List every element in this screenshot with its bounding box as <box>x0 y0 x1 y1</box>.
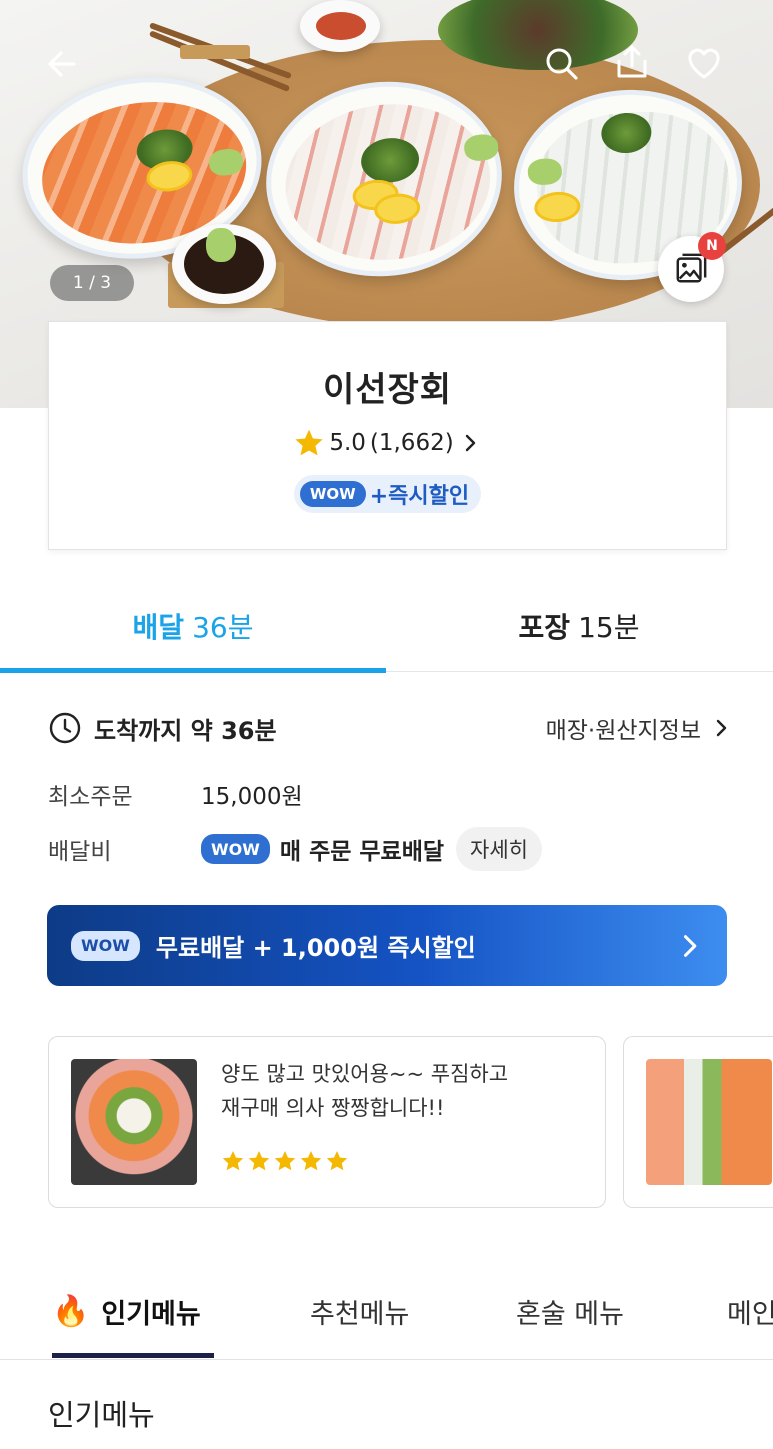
store-origin-info-label: 매장·원산지정보 <box>545 718 701 744</box>
delivery-fee-value: 매 주문 무료배달 <box>279 839 445 865</box>
star-icon <box>274 1151 296 1171</box>
red-sauce <box>316 12 366 40</box>
min-order-row: 최소주문 15,000원 <box>48 776 303 812</box>
wow-benefit-text: +즉시할인 <box>369 484 470 509</box>
tab-delivery-label: 배달 <box>132 610 185 644</box>
tab-recommended-menu[interactable]: 추천메뉴 <box>310 1266 409 1356</box>
arrival-row: 도착까지 약 36분 매장·원산지정보 <box>48 710 733 746</box>
rating-value: 5.0 <box>329 430 366 456</box>
back-arrow-icon[interactable] <box>40 42 84 86</box>
delivery-fee-row: 배달비 WOW 매 주문 무료배달 자세히 <box>48 826 543 872</box>
review-line: 양도 많고 맛있어용~~ 푸짐하고 <box>221 1062 509 1086</box>
min-order-value: 15,000원 <box>201 784 303 810</box>
delivery-mode-tabs: 배달 36분 포장 15분 <box>0 580 773 673</box>
wow-discount-chip: WOW +즉시할인 <box>293 475 482 513</box>
promo-text: 무료배달 + 1,000원 즉시할인 <box>155 934 476 962</box>
clock-icon <box>49 712 81 744</box>
wasabi <box>206 228 236 262</box>
wow-badge: WOW <box>201 834 270 864</box>
star-icon <box>248 1151 270 1171</box>
star-icon <box>326 1151 348 1171</box>
section-title: 인기메뉴 <box>48 1398 155 1432</box>
rating-link[interactable]: 5.0 (1,662) <box>49 427 726 459</box>
review-photo <box>71 1059 197 1185</box>
star-icon <box>222 1151 244 1171</box>
share-icon[interactable] <box>610 40 654 84</box>
photo-counter: 1 / 3 <box>50 265 134 301</box>
tab-main-menu[interactable]: 메인 <box>727 1266 773 1356</box>
star-icon <box>300 1151 322 1171</box>
tab-pickup[interactable]: 포장 15분 <box>386 580 772 671</box>
review-card[interactable]: 양도 많고 맛있어용~~ 푸짐하고 재구매 의사 짱짱합니다!! <box>48 1036 606 1208</box>
arrival-time: 도착까지 약 36분 <box>94 716 277 745</box>
menu-category-tabs: 🔥 인기메뉴 추천메뉴 혼술 메뉴 메인 <box>0 1266 773 1360</box>
review-card[interactable] <box>623 1036 773 1208</box>
star-icon <box>295 429 323 456</box>
review-text: 양도 많고 맛있어용~~ 푸짐하고 재구매 의사 짱짱합니다!! <box>221 1057 541 1125</box>
review-photo <box>646 1059 772 1185</box>
wow-badge: WOW <box>71 930 140 961</box>
min-order-label: 최소주문 <box>48 784 133 810</box>
store-info-card: 이선장회 5.0 (1,662) WOW +즉시할인 <box>48 321 727 550</box>
review-stars <box>221 1149 349 1173</box>
store-name: 이선장회 <box>322 370 453 410</box>
tab-pickup-label: 포장 <box>518 610 571 644</box>
heart-icon[interactable] <box>682 42 726 86</box>
chopstick-rest <box>180 45 250 59</box>
tab-popular-menu[interactable]: 🔥 인기메뉴 <box>52 1266 214 1358</box>
review-line: 재구매 의사 짱짱합니다!! <box>221 1096 445 1120</box>
chevron-right-icon <box>465 434 475 452</box>
new-badge: N <box>698 232 726 260</box>
tab-label: 메인 <box>727 1298 773 1330</box>
wow-promo-banner[interactable]: WOW 무료배달 + 1,000원 즉시할인 <box>47 905 727 986</box>
review-count: (1,662) <box>369 430 454 456</box>
tab-label: 인기메뉴 <box>101 1298 201 1330</box>
tab-pickup-time: 15분 <box>578 610 640 644</box>
photo-review-button[interactable]: N <box>658 232 726 302</box>
search-icon[interactable] <box>540 42 584 86</box>
tab-delivery[interactable]: 배달 36분 <box>0 580 386 673</box>
store-origin-info-link[interactable]: 매장·원산지정보 <box>546 711 733 745</box>
chevron-right-icon <box>716 719 727 737</box>
fire-icon: 🔥 <box>52 1293 90 1329</box>
wow-badge: WOW <box>299 481 366 507</box>
tab-label: 혼술 메뉴 <box>516 1298 624 1330</box>
chevron-right-icon <box>683 934 697 957</box>
tab-solo-drink-menu[interactable]: 혼술 메뉴 <box>516 1266 624 1356</box>
detail-button[interactable]: 자세히 <box>456 827 543 871</box>
delivery-fee-label: 배달비 <box>48 839 112 865</box>
tab-delivery-time: 36분 <box>192 610 254 644</box>
tab-label: 추천메뉴 <box>310 1298 410 1330</box>
